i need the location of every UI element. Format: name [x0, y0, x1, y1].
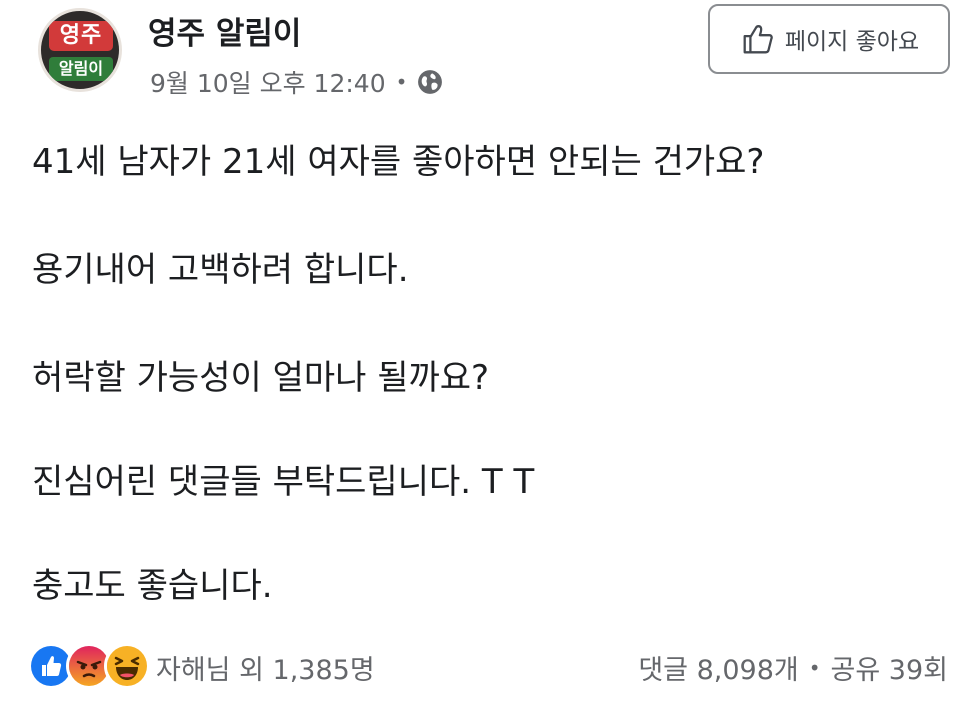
thumbs-up-icon [743, 25, 773, 54]
post-text-line: 진심어린 댓글들 부탁드립니다. T T [32, 462, 535, 502]
avatar-bottom-label: 알림이 [49, 57, 113, 81]
page-avatar[interactable]: 영주 알림이 [38, 8, 122, 92]
page-name-link[interactable]: 영주 알림이 [148, 8, 301, 53]
reactions-summary[interactable] [28, 643, 150, 689]
post-stats: 댓글 8,098개 • 공유 39회 [638, 648, 948, 687]
shares-count[interactable]: 공유 39회 [831, 648, 948, 687]
post-timestamp[interactable]: 9월 10일 오후 12:40 [150, 64, 386, 100]
post-text-line: 41세 남자가 21세 여자를 좋아하면 안되는 건가요? [32, 142, 765, 182]
comments-count[interactable]: 댓글 8,098개 [638, 648, 798, 687]
post-footer: 자해님 외 1,385명 댓글 8,098개 • 공유 39회 [0, 630, 980, 700]
meta-separator: • [395, 70, 408, 94]
stats-separator: • [808, 655, 821, 680]
post-meta: 9월 10일 오후 12:40 • [150, 64, 443, 100]
post-text-line: 허락할 가능성이 얼마나 될까요? [32, 358, 490, 398]
post-text-line: 충고도 좋습니다. [32, 566, 273, 606]
globe-icon[interactable] [417, 69, 443, 95]
post-text-line: 용기내어 고백하려 합니다. [32, 250, 409, 290]
post-header: 영주 알림이 영주 알림이 9월 10일 오후 12:40 • 페이지 좋아요 [0, 0, 980, 110]
reactors-count[interactable]: 자해님 외 1,385명 [156, 648, 375, 687]
like-page-button[interactable]: 페이지 좋아요 [708, 4, 950, 74]
avatar-top-label: 영주 [49, 21, 113, 51]
like-page-label: 페이지 좋아요 [784, 29, 920, 55]
haha-reaction-icon [104, 643, 150, 689]
